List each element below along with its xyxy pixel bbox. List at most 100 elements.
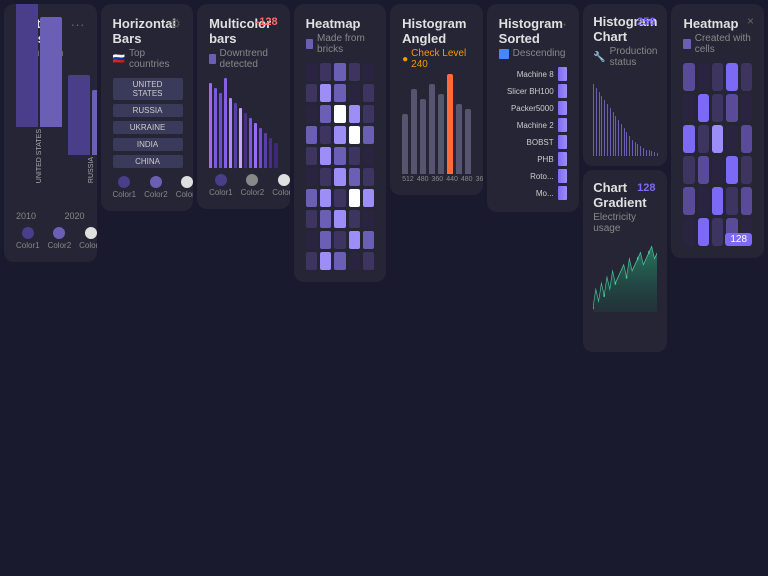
heatmap2-cell <box>726 156 737 184</box>
color2-item: Color2 <box>48 227 72 250</box>
sorted-bar <box>558 152 568 166</box>
heatmap-cell <box>320 63 331 81</box>
sorted-bar-item: Machine 8 <box>499 67 568 81</box>
heatmap2-badge: 128 <box>725 233 752 246</box>
histogram-chart-badge: 256 <box>637 16 655 28</box>
heatmap-cell <box>363 189 374 207</box>
histogram-sorted-menu[interactable]: · <box>562 16 567 34</box>
heatmap-cell <box>334 231 345 249</box>
heatmap-cell <box>349 84 360 102</box>
vertical-bars-card: Vertical Bars Population ··· UNITED STAT… <box>4 4 97 262</box>
histogram-sorted-subtitle: Descending <box>499 48 568 59</box>
sorted-bar <box>558 84 568 98</box>
hist-bar <box>624 128 625 156</box>
vbar-group: UNITED STATES <box>16 4 62 187</box>
heatmap-cell <box>363 105 374 123</box>
heatmap-cell <box>306 147 317 165</box>
sorted-bar <box>558 67 568 81</box>
vbar-group: RUSSIA <box>68 75 97 187</box>
heatmap-cell <box>349 210 360 228</box>
hbar-item: RUSSIA <box>113 104 182 117</box>
histogram-chart-card: Histogram Chart 256 🔧 Production status <box>583 4 667 166</box>
hist-bar <box>632 140 633 156</box>
heatmap2-cell <box>741 156 752 184</box>
hbar-item: UNITED STATES <box>113 78 182 100</box>
chart-gradient-badge: 128 <box>637 182 655 194</box>
angled-bar <box>411 89 417 174</box>
heatmap-cell <box>334 189 345 207</box>
heatmap2-cell <box>683 187 694 215</box>
heatmap2-title: Heatmap <box>683 16 752 31</box>
heatmap-cell <box>349 231 360 249</box>
heatmap2-cell <box>683 218 694 246</box>
color1-dot <box>22 227 34 239</box>
gear-icon[interactable]: ⚙ <box>169 16 181 32</box>
vbar-label: RUSSIA <box>88 157 95 183</box>
multibar <box>259 128 262 168</box>
histogram-sorted-card: Histogram Sorted · Descending Machine 8S… <box>487 4 580 212</box>
hist-bar <box>610 108 611 156</box>
multibar <box>249 118 252 168</box>
heatmap2-cell <box>712 218 723 246</box>
histogram-bars <box>593 76 657 156</box>
sorted-icon <box>499 49 509 59</box>
vbar-light <box>92 90 97 155</box>
mcolor2-item: Color2 <box>241 174 265 197</box>
mcolor3-item: Color3 <box>272 174 289 197</box>
hist-bar <box>621 124 622 156</box>
hbar-name: INDIA <box>113 138 183 151</box>
sorted-bar <box>558 186 568 200</box>
heatmap-cell <box>320 231 331 249</box>
sorted-bar-name: Machine 8 <box>499 70 554 79</box>
mcolor3-dot <box>278 174 290 186</box>
sorted-bar-name: Slicer BH100 <box>499 87 554 96</box>
heatmap-cell <box>334 210 345 228</box>
hbar-color2-item: Color2 <box>144 176 168 199</box>
hbar-name: UNITED STATES <box>113 78 183 100</box>
downtrend-icon <box>209 54 215 64</box>
angled-bar <box>402 114 408 174</box>
heatmap-cell <box>306 189 317 207</box>
heatmap2-cell <box>741 94 752 122</box>
multibar <box>244 113 247 168</box>
hist-bar <box>607 104 608 156</box>
heatmap2-cell <box>726 94 737 122</box>
multicolor-subtitle: Downtrend detected <box>209 48 278 70</box>
heatmap2-cell <box>712 63 723 91</box>
heatmap2-cell <box>712 187 723 215</box>
sorted-bar-name: Mo... <box>499 189 554 198</box>
horizontal-bars-subtitle: 🇷🇺 Top countries <box>113 48 182 70</box>
heatmap2-cell <box>698 156 709 184</box>
hbar-name: UKRAINE <box>113 121 183 134</box>
heatmap2-icon <box>683 39 690 49</box>
heatmap-cell <box>334 84 345 102</box>
sorted-bar <box>558 169 568 183</box>
vertical-bars-menu[interactable]: ··· <box>71 16 85 32</box>
hist-bar <box>637 144 638 156</box>
vbar-dark <box>16 4 38 127</box>
heatmap-cell <box>363 147 374 165</box>
heatmap2-cell <box>683 94 694 122</box>
sorted-bar-item: PHB <box>499 152 568 166</box>
heatmap-cell <box>306 126 317 144</box>
hist-bar <box>643 148 644 156</box>
heatmap-cell <box>334 105 345 123</box>
hist-bar <box>618 120 619 156</box>
heatmap-cell <box>320 252 331 270</box>
multibar <box>234 103 237 168</box>
sorted-bar-item: Packer5000 <box>499 101 568 115</box>
angled-bar-label: 480 <box>461 176 473 183</box>
multibar <box>209 83 212 168</box>
close-icon[interactable]: × <box>747 14 754 28</box>
heatmap-cell <box>363 168 374 186</box>
multicolor-badge: -128 <box>256 16 278 28</box>
hbar-item: INDIA <box>113 138 182 151</box>
heatmap-cell <box>334 147 345 165</box>
sorted-bar-name: PHB <box>499 155 554 164</box>
heatmap-title: Heatmap <box>306 16 375 31</box>
sorted-bar <box>558 135 568 149</box>
heatmap-cell <box>363 84 374 102</box>
heatmap-cell <box>363 210 374 228</box>
sorted-bar-name: BOBST <box>499 138 554 147</box>
heatmap-cell <box>306 210 317 228</box>
